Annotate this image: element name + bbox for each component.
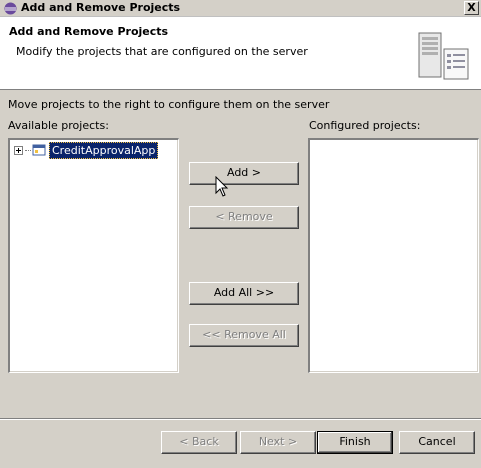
configured-projects-list[interactable] (308, 138, 479, 373)
configured-projects-label: Configured projects: (309, 119, 421, 132)
close-button[interactable]: X (464, 1, 479, 15)
remove-button[interactable]: < Remove (189, 206, 299, 229)
window-title: Add and Remove Projects (21, 1, 181, 14)
available-projects-list[interactable]: CreditApprovalApp (8, 138, 179, 373)
remove-all-button[interactable]: << Remove All (189, 324, 299, 347)
back-button[interactable]: < Back (161, 431, 237, 454)
mouse-pointer-icon (215, 176, 229, 197)
tree-connector (25, 149, 31, 151)
server-icon (418, 32, 469, 80)
add-all-button[interactable]: Add All >> (189, 282, 299, 305)
banner-description: Modify the projects that are configured … (16, 45, 308, 58)
title-bar: Add and Remove Projects X (0, 0, 481, 17)
footer-separator (0, 418, 481, 420)
instruction-text: Move projects to the right to configure … (8, 98, 330, 111)
project-icon (32, 144, 46, 156)
banner-title: Add and Remove Projects (9, 25, 169, 38)
wizard-banner: Add and Remove Projects Modify the proje… (0, 17, 481, 90)
cancel-button[interactable]: Cancel (399, 431, 475, 454)
project-label[interactable]: CreditApprovalApp (49, 141, 159, 159)
close-icon: X (467, 1, 476, 14)
add-button[interactable]: Add > (189, 162, 299, 185)
expand-icon[interactable] (14, 145, 23, 155)
next-button[interactable]: Next > (240, 431, 316, 454)
available-projects-label: Available projects: (8, 119, 109, 132)
finish-button[interactable]: Finish (317, 431, 393, 454)
eclipse-app-icon (4, 2, 17, 15)
list-item[interactable]: CreditApprovalApp (14, 141, 159, 159)
